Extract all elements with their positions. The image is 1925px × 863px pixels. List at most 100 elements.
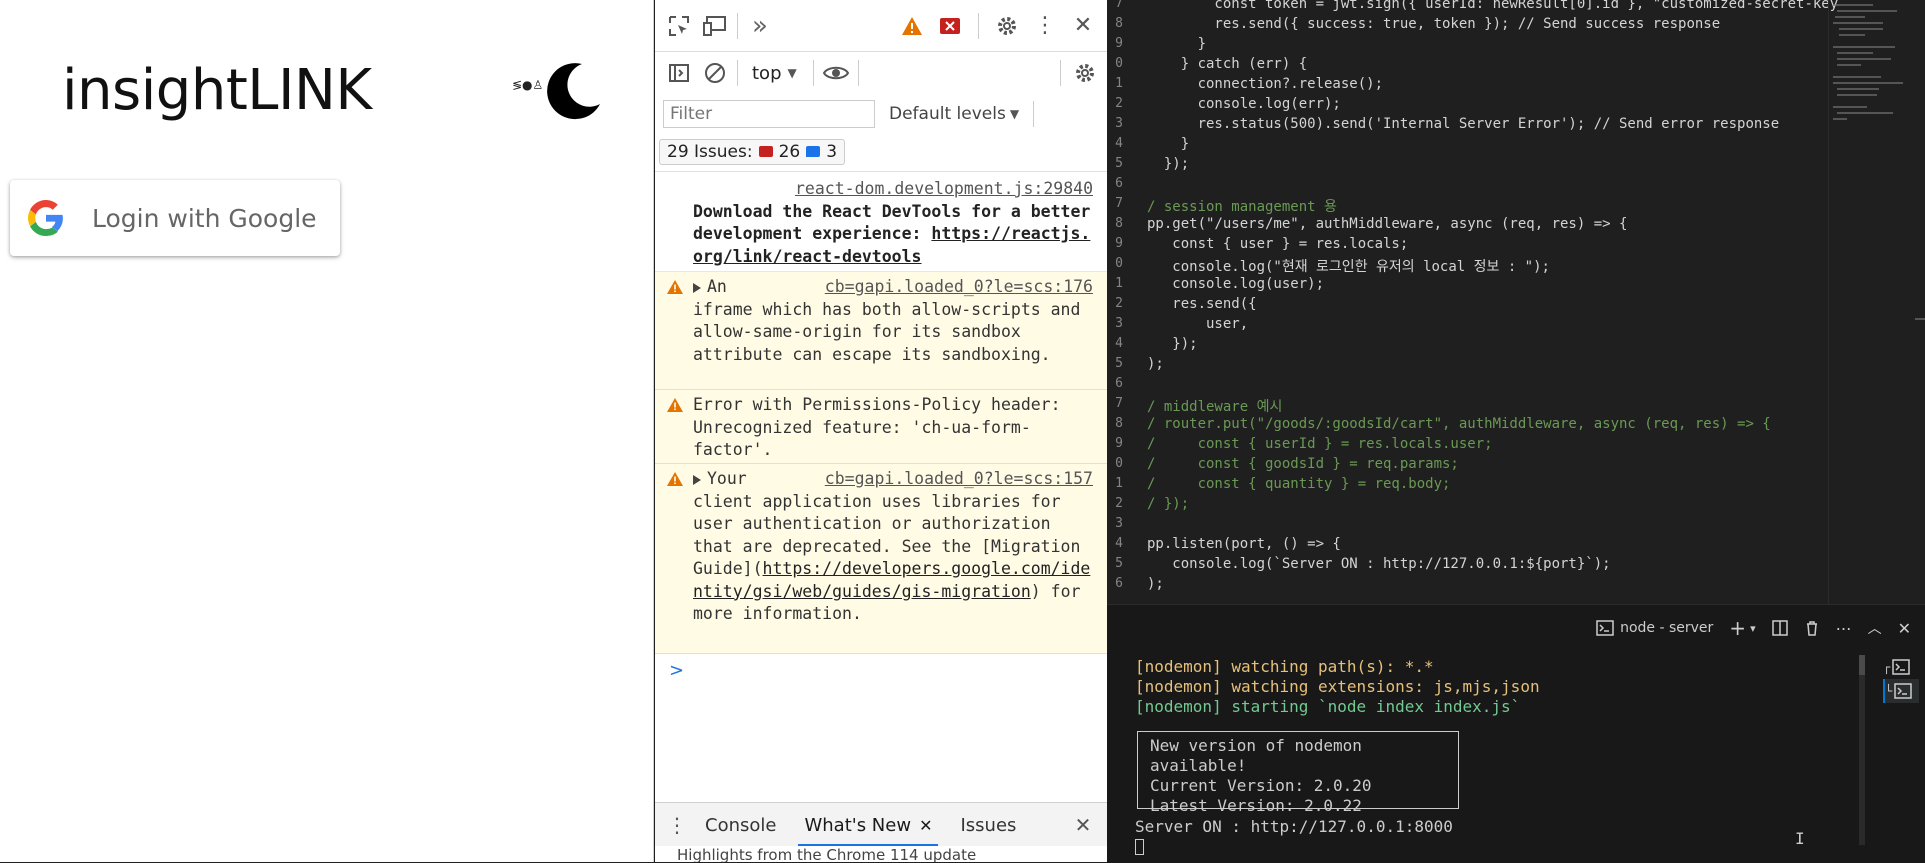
toolbar-divider xyxy=(737,12,738,39)
line-number: 2 xyxy=(1115,496,1123,511)
context-selector[interactable]: top xyxy=(746,63,788,84)
trash-icon[interactable] xyxy=(1804,620,1820,636)
line-number: 6 xyxy=(1115,576,1123,591)
devtools-toolbar: » ⋮ ✕ xyxy=(655,0,1107,52)
terminal-cursor xyxy=(1135,839,1144,855)
expand-triangle-icon[interactable] xyxy=(693,474,701,485)
line-number: 6 xyxy=(1115,376,1123,391)
terminal-scrollbar-thumb[interactable] xyxy=(1859,655,1865,675)
line-number: 4 xyxy=(1115,536,1123,551)
chevron-down-icon[interactable]: ▾ xyxy=(1750,622,1756,635)
code-line: const token = jwt.sign({ userId: newResu… xyxy=(1147,0,1839,12)
maximize-panel-icon[interactable]: ︿ xyxy=(1868,618,1882,638)
console-settings-icon[interactable] xyxy=(1071,59,1099,87)
message-text: Error with Permissions-Policy header: Un… xyxy=(693,395,1061,459)
google-login-button[interactable]: Login with Google xyxy=(10,180,340,256)
code-line: / const { goodsId } = req.params; xyxy=(1147,456,1459,472)
message-prefix: Your xyxy=(707,469,747,488)
line-number: 3 xyxy=(1115,516,1123,531)
google-login-label: Login with Google xyxy=(92,203,317,233)
error-badge-icon xyxy=(758,146,773,157)
code-line: pp.listen(port, () => { xyxy=(1147,536,1341,552)
source-link[interactable]: cb=gapi.loaded_0?le=scs:157 xyxy=(825,468,1093,491)
issues-bar: 29 Issues: 26 3 xyxy=(655,132,1107,172)
line-number: 7 xyxy=(1115,196,1123,211)
minimap[interactable] xyxy=(1829,0,1919,160)
code-line: const { user } = res.locals; xyxy=(1147,236,1409,252)
new-terminal-icon[interactable]: + xyxy=(1729,616,1746,640)
line-number: 1 xyxy=(1115,476,1123,491)
terminal-panel[interactable]: node - server + ▾ ⋯ ︿ ✕ [nodemon] watchi… xyxy=(1107,604,1925,863)
levels-chevron-icon[interactable]: ▼ xyxy=(1010,107,1019,121)
warning-count-icon[interactable] xyxy=(898,12,926,40)
drawer-content-preview: Highlights from the Chrome 114 update xyxy=(655,846,1107,862)
tab-whats-new-label: What's New xyxy=(804,814,912,836)
moon-icon[interactable] xyxy=(542,60,604,122)
code-editor[interactable]: 7 const token = jwt.sign({ userId: newRe… xyxy=(1107,0,1925,604)
drawer-menu-icon[interactable]: ⋮ xyxy=(663,811,691,839)
toolbar-divider xyxy=(978,12,979,39)
log-levels-dropdown[interactable]: Default levels xyxy=(889,104,1006,124)
code-line: }); xyxy=(1147,156,1190,172)
terminal-shell-icon xyxy=(1596,620,1614,636)
expand-triangle-icon[interactable] xyxy=(693,282,701,293)
toolbar-divider xyxy=(737,60,738,86)
close-drawer-icon[interactable]: ✕ xyxy=(1069,811,1097,839)
eye-icon[interactable] xyxy=(822,59,850,87)
code-line: } xyxy=(1147,36,1207,52)
code-line: } catch (err) { xyxy=(1147,56,1308,72)
tab-issues[interactable]: Issues xyxy=(946,803,1030,847)
close-tab-icon[interactable]: ✕ xyxy=(919,816,932,835)
code-line: / router.put("/goods/:goodsId/cart", aut… xyxy=(1147,416,1771,432)
console-warning: Your cb=gapi.loaded_0?le=scs:157 client … xyxy=(655,464,1107,654)
code-line: res.status(500).send('Internal Server Er… xyxy=(1147,116,1780,132)
terminal-scrollbar[interactable] xyxy=(1859,655,1865,845)
source-link[interactable]: cb=gapi.loaded_0?le=scs:176 xyxy=(825,276,1093,299)
kebab-menu-icon[interactable]: ⋮ xyxy=(1031,12,1059,40)
terminal-list-item[interactable]: ┌ xyxy=(1883,655,1919,679)
devtools-panel: » ⋮ ✕ top ▼ Filter Default levels ▼ 29 I… xyxy=(655,0,1107,862)
scrollbar-marker[interactable] xyxy=(1915,318,1925,320)
more-tabs-icon[interactable]: » xyxy=(746,11,774,41)
error-count-icon[interactable] xyxy=(936,12,964,40)
line-number: 0 xyxy=(1115,456,1123,471)
close-devtools-icon[interactable]: ✕ xyxy=(1069,12,1097,40)
console-filter-input[interactable] xyxy=(663,100,875,128)
chevron-down-icon[interactable]: ▼ xyxy=(788,66,797,80)
line-number: 9 xyxy=(1115,36,1123,51)
issues-button[interactable]: 29 Issues: 26 3 xyxy=(659,138,846,165)
clear-console-icon[interactable] xyxy=(701,59,729,87)
source-link[interactable]: react-dom.development.js:29840 xyxy=(795,179,1093,198)
theme-icons[interactable]: ≶●♙ xyxy=(512,78,543,92)
toolbar-divider xyxy=(1033,101,1035,127)
message-text: iframe which has both allow-scripts and … xyxy=(693,299,1081,364)
sidebar-toggle-icon[interactable] xyxy=(665,59,693,87)
settings-gear-icon[interactable] xyxy=(993,12,1021,40)
line-number: 0 xyxy=(1115,56,1123,71)
terminal-tab-label[interactable]: node - server xyxy=(1620,620,1713,636)
console-prompt[interactable]: > xyxy=(669,660,684,681)
split-terminal-icon[interactable] xyxy=(1771,620,1788,636)
inspect-element-icon[interactable] xyxy=(665,12,693,40)
tab-console[interactable]: Console xyxy=(691,803,790,847)
device-toolbar-icon[interactable] xyxy=(701,12,729,40)
code-line: res.send({ xyxy=(1147,296,1257,312)
code-line: / middleware 예시 xyxy=(1147,399,1283,415)
terminal-line: [nodemon] watching extensions: js,mjs,js… xyxy=(1135,677,1540,696)
console-warning: An cb=gapi.loaded_0?le=scs:176 iframe wh… xyxy=(655,272,1107,390)
line-number: 7 xyxy=(1115,396,1123,411)
tab-whats-new[interactable]: What's New ✕ xyxy=(790,803,946,847)
text-cursor-icon: I xyxy=(1795,829,1805,848)
line-number: 3 xyxy=(1115,116,1123,131)
update-notice-line: Current Version: 2.0.20 xyxy=(1150,776,1372,795)
line-number: 0 xyxy=(1115,256,1123,271)
terminal-list-item-active[interactable]: └ xyxy=(1883,679,1919,703)
google-logo-icon xyxy=(28,200,63,236)
code-line: ); xyxy=(1147,576,1164,592)
terminal-list: ┌ └ xyxy=(1883,655,1919,703)
toolbar-divider xyxy=(1060,60,1061,86)
issues-info-count: 3 xyxy=(826,141,838,162)
close-panel-icon[interactable]: ✕ xyxy=(1898,619,1911,638)
update-notice-line: New version of nodemon available! xyxy=(1150,736,1362,775)
more-actions-icon[interactable]: ⋯ xyxy=(1836,619,1852,638)
